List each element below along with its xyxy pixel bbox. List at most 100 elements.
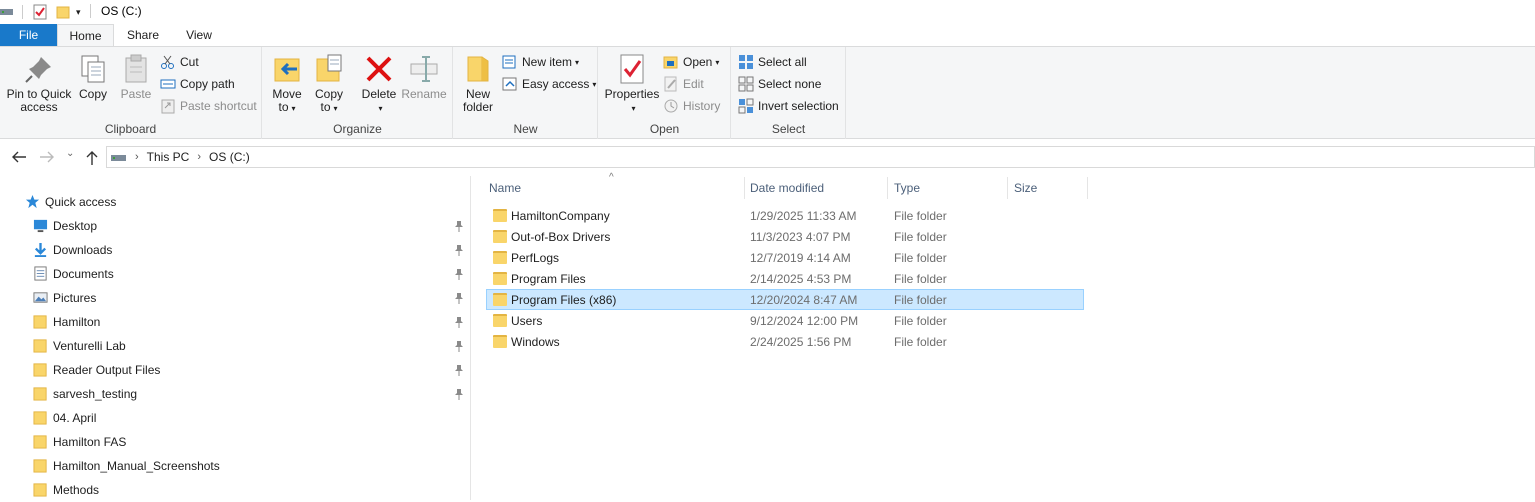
copy-path-button[interactable]: Copy path [160, 74, 235, 94]
move-label-2: to [278, 100, 289, 114]
new-item-button[interactable]: New item ▾ [502, 52, 579, 72]
sidebar-item-label: Reader Output Files [53, 363, 161, 377]
copy-path-icon [160, 79, 176, 89]
pin-icon[interactable] [454, 340, 464, 352]
folder-icon [493, 230, 507, 243]
edit-button[interactable]: Edit [663, 74, 704, 94]
open-button[interactable]: Open ▾ [663, 52, 719, 72]
table-row[interactable]: Out-of-Box Drivers 11/3/2023 4:07 PM File … [486, 226, 1084, 247]
column-header-name[interactable]: Name [483, 177, 745, 199]
select-none-button[interactable]: Select none [738, 74, 821, 94]
window-title: OS (C:) [101, 4, 142, 18]
downloads-icon [33, 242, 48, 257]
sidebar-item-pictures[interactable]: Pictures [0, 286, 470, 310]
properties-qat-icon[interactable] [33, 3, 47, 21]
breadcrumb-this-pc[interactable]: This PC [147, 150, 190, 164]
folder-icon [493, 272, 507, 285]
sidebar-item-label: Hamilton [53, 315, 101, 329]
address-bar[interactable]: › This PC › OS (C:) [106, 146, 1535, 168]
up-arrow-icon[interactable] [85, 150, 99, 169]
sidebar-item-venturelli-lab[interactable]: Venturelli Lab [0, 334, 470, 358]
sidebar-item-documents[interactable]: Documents [0, 262, 470, 286]
easy-access-label: Easy access [522, 77, 590, 91]
edit-icon [664, 76, 677, 92]
sidebar-item-downloads[interactable]: Downloads [0, 238, 470, 262]
sidebar-item-hamilton[interactable]: Hamilton [0, 310, 470, 334]
new-folder-qat-icon[interactable] [56, 3, 70, 21]
invert-selection-label: Invert selection [758, 99, 839, 113]
sidebar-item-04-april[interactable]: 04. April [0, 406, 470, 430]
cell-name: Windows [511, 335, 560, 349]
cell-type: File folder [894, 251, 947, 265]
paste-shortcut-button[interactable]: Paste shortcut [160, 96, 257, 116]
pin-icon[interactable] [454, 388, 464, 400]
pin-icon[interactable] [454, 292, 464, 304]
folder-icon [33, 338, 48, 353]
sidebar-item-quick-access[interactable]: Quick access [0, 190, 470, 214]
pin-icon[interactable] [454, 220, 464, 232]
invert-selection-button[interactable]: Invert selection [738, 96, 839, 116]
edit-label: Edit [683, 77, 704, 91]
cut-label: Cut [180, 55, 199, 69]
tab-home[interactable]: Home [57, 24, 114, 47]
sidebar-item-reader-output-files[interactable]: Reader Output Files [0, 358, 470, 382]
delete-button[interactable]: Delete ▾ [359, 53, 399, 115]
move-to-button[interactable]: Move to ▾ [269, 53, 305, 115]
copy-to-button[interactable]: Copy to ▾ [311, 53, 347, 115]
sidebar-item-label: Downloads [53, 243, 113, 257]
easy-access-button[interactable]: Easy access ▾ [502, 74, 596, 94]
pin-icon[interactable] [454, 364, 464, 376]
pin-to-quick-access-button[interactable]: Pin to Quick access [4, 53, 74, 114]
breadcrumb-separator-icon[interactable]: › [197, 151, 201, 163]
table-row[interactable]: PerfLogs 12/7/2019 4:14 AM File folder [486, 247, 1084, 268]
rename-button[interactable]: Rename [401, 53, 447, 101]
new-folder-icon [467, 56, 489, 82]
cut-button[interactable]: Cut [160, 52, 199, 72]
tab-file[interactable]: File [0, 24, 57, 46]
tab-share[interactable]: Share [118, 24, 168, 46]
breadcrumb-os-c[interactable]: OS (C:) [209, 150, 250, 164]
copy-to-label-1: Copy [314, 87, 343, 101]
drive-icon [111, 155, 126, 161]
sidebar-item-hamilton-manual-screenshots[interactable]: Hamilton_Manual_Screenshots [0, 454, 470, 478]
sidebar-item-sarvesh-testing[interactable]: sarvesh_testing [0, 382, 470, 406]
sidebar-item-label: Documents [53, 267, 114, 281]
column-header-type[interactable]: Type [888, 177, 1008, 199]
new-folder-button[interactable]: New folder [460, 53, 496, 114]
sidebar-item-label: Venturelli Lab [53, 339, 126, 353]
tab-view[interactable]: View [174, 24, 224, 46]
select-all-button[interactable]: Select all [738, 52, 807, 72]
sidebar-item-methods[interactable]: Methods [0, 478, 470, 502]
sidebar-item-hamilton-fas[interactable]: Hamilton FAS [0, 430, 470, 454]
recent-locations-chevron-icon[interactable]: ⌄ [66, 148, 74, 159]
folder-icon [493, 335, 507, 348]
properties-button[interactable]: Properties ▾ [603, 53, 661, 115]
drive-icon [0, 3, 14, 21]
paste-button[interactable]: Paste [118, 53, 154, 101]
forward-arrow-icon[interactable] [39, 150, 55, 167]
new-group: New folder New item ▾ Easy access ▾ New [454, 47, 598, 139]
column-header-date-modified[interactable]: Date modified [744, 177, 888, 199]
table-row[interactable]: Users 9/12/2024 12:00 PM File folder [486, 310, 1084, 331]
table-row[interactable]: Windows 2/24/2025 1:56 PM File folder [486, 331, 1084, 352]
pin-icon[interactable] [454, 244, 464, 256]
copy-icon [81, 55, 105, 83]
table-row[interactable]: HamiltonCompany 1/29/2025 11:33 AM File fo… [486, 205, 1084, 226]
column-header-size[interactable]: Size [1008, 177, 1088, 199]
open-icon [663, 56, 678, 69]
pin-icon[interactable] [454, 268, 464, 280]
back-arrow-icon[interactable] [11, 150, 27, 167]
breadcrumb-separator-icon[interactable]: › [135, 151, 139, 163]
sidebar-item-label: Hamilton_Manual_Screenshots [53, 459, 220, 473]
table-row[interactable]: Program Files (x86) 12/20/2024 8:47 AM Fil… [486, 289, 1084, 310]
qat-customize-icon[interactable]: ▾ [76, 3, 81, 21]
select-none-label: Select none [758, 77, 822, 91]
history-button[interactable]: History [663, 96, 720, 116]
sidebar-item-desktop[interactable]: Desktop [0, 214, 470, 238]
sidebar-item-label: Desktop [53, 219, 98, 233]
copy-to-label-2: to [320, 100, 331, 114]
copy-button[interactable]: Copy [76, 53, 110, 101]
pin-icon[interactable] [454, 316, 464, 328]
history-icon [664, 99, 678, 113]
table-row[interactable]: Program Files 2/14/2025 4:53 PM File folde… [486, 268, 1084, 289]
